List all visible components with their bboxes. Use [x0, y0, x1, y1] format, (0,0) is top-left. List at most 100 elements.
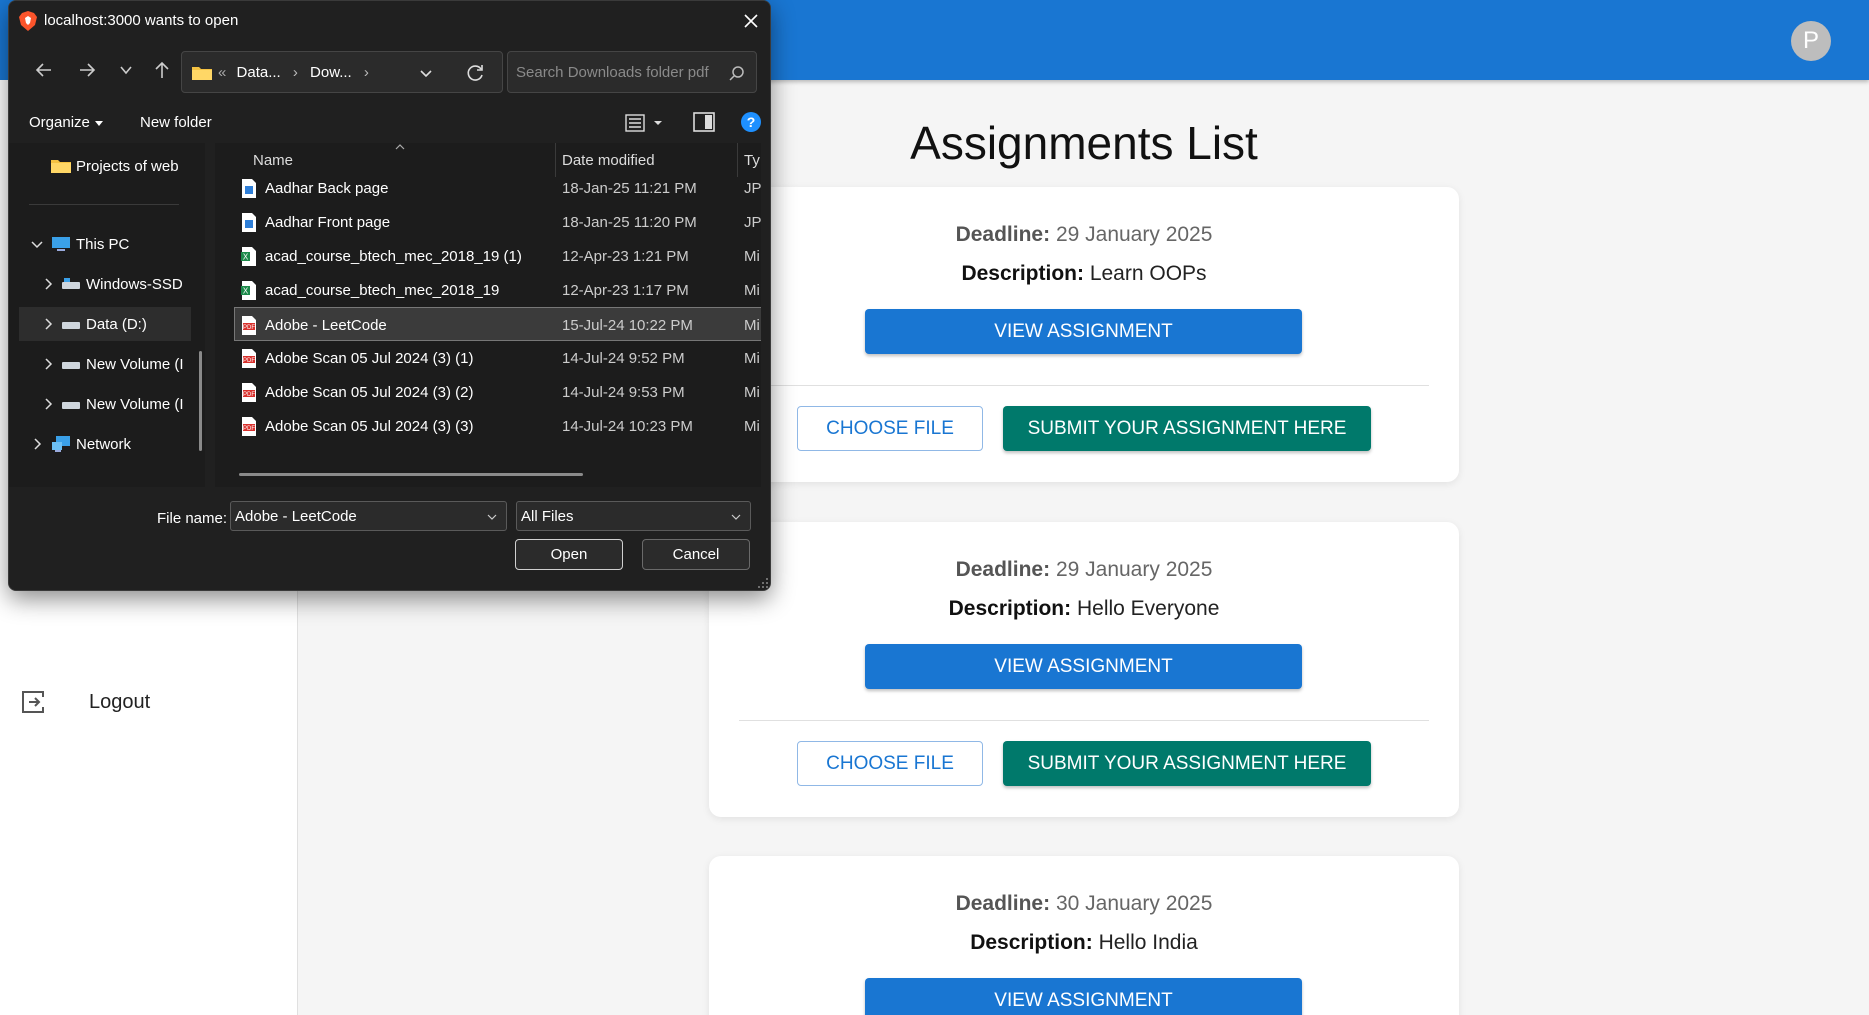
- submit-assignment-button[interactable]: SUBMIT YOUR ASSIGNMENT HERE: [1003, 406, 1371, 451]
- help-icon[interactable]: ?: [740, 111, 762, 133]
- folder-icon: [51, 160, 71, 173]
- pdf-file-icon: PDF: [242, 417, 256, 436]
- file-name-combobox[interactable]: Adobe - LeetCode: [230, 501, 507, 531]
- dialog-title: localhost:3000 wants to open: [44, 12, 239, 29]
- deadline-text: Deadline: 29 January 2025: [955, 223, 1213, 246]
- chevron-down-icon[interactable]: [418, 65, 434, 81]
- breadcrumb-overflow[interactable]: «: [218, 64, 226, 81]
- cancel-button[interactable]: Cancel: [642, 539, 750, 570]
- nav-item-label: Windows-SSD: [86, 276, 183, 293]
- deadline-text: Deadline: 29 January 2025: [955, 558, 1213, 581]
- preview-pane-icon[interactable]: [692, 111, 716, 133]
- breadcrumb-item[interactable]: Dow...: [310, 64, 352, 81]
- file-type: JPG: [744, 180, 761, 197]
- file-name-value[interactable]: Adobe - LeetCode: [235, 508, 357, 525]
- resize-grip-icon[interactable]: [757, 577, 769, 589]
- search-box[interactable]: [507, 51, 757, 93]
- column-header-name[interactable]: Name: [253, 152, 293, 169]
- file-row[interactable]: X acad_course_btech_mec_2018_19 (1) 12-A…: [235, 239, 761, 273]
- divider: [739, 720, 1429, 721]
- assignment-card: Deadline: 29 January 2025 Description: H…: [709, 522, 1459, 817]
- open-button[interactable]: Open: [515, 539, 623, 570]
- file-date: 12-Apr-23 1:21 PM: [562, 248, 689, 265]
- nav-item-network[interactable]: Network: [9, 427, 199, 461]
- assignment-card: Deadline: 30 January 2025 Description: H…: [709, 856, 1459, 1015]
- breadcrumb-item[interactable]: Data...: [237, 64, 281, 81]
- forward-button[interactable]: [74, 57, 100, 83]
- description-text: Description: Hello India: [970, 931, 1198, 954]
- page-title: Assignments List: [910, 117, 1258, 169]
- dialog-footer: File name: Adobe - LeetCode All Files Op…: [9, 489, 770, 590]
- nav-item-data-d[interactable]: Data (D:): [19, 307, 191, 341]
- chevron-right-icon[interactable]: [42, 358, 54, 370]
- file-name-label: File name:: [157, 510, 228, 527]
- file-type-value: All Files: [521, 508, 574, 525]
- divider: [739, 385, 1429, 386]
- file-date: 15-Jul-24 10:22 PM: [562, 317, 693, 334]
- file-row[interactable]: X acad_course_btech_mec_2018_19 12-Apr-2…: [235, 273, 761, 307]
- drive-icon: [62, 402, 80, 409]
- file-type: Mi: [744, 418, 760, 435]
- image-file-icon: [242, 213, 256, 232]
- chevron-right-icon[interactable]: [42, 398, 54, 410]
- chevron-down-icon[interactable]: [730, 511, 742, 523]
- logout-button[interactable]: Logout: [20, 680, 280, 724]
- breadcrumb-separator: ›: [292, 64, 298, 81]
- file-type: Mi: [744, 282, 760, 299]
- recent-locations-button[interactable]: [113, 57, 139, 83]
- nav-item-windows-ssd[interactable]: Windows-SSD: [9, 267, 199, 301]
- back-button[interactable]: [31, 57, 57, 83]
- svg-text:X: X: [243, 253, 249, 262]
- refresh-icon[interactable]: [464, 62, 486, 84]
- search-input[interactable]: [516, 61, 716, 83]
- column-header-date[interactable]: Date modified: [562, 152, 655, 169]
- file-row[interactable]: PDF Adobe Scan 05 Jul 2024 (3) (2) 14-Ju…: [235, 375, 761, 409]
- chevron-down-icon[interactable]: [31, 238, 43, 250]
- arrow-up-icon: [155, 61, 169, 78]
- file-list-horizontal-scrollbar[interactable]: [239, 473, 583, 476]
- column-header-type[interactable]: Ty: [744, 152, 760, 169]
- file-name: Adobe Scan 05 Jul 2024 (3) (1): [265, 350, 474, 367]
- avatar[interactable]: P: [1791, 21, 1831, 61]
- submit-assignment-button[interactable]: SUBMIT YOUR ASSIGNMENT HERE: [1003, 741, 1371, 786]
- folder-icon: [192, 67, 212, 80]
- chevron-right-icon[interactable]: [42, 278, 54, 290]
- navigation-pane: Projects of web This PC Windows-SSD Data…: [9, 143, 205, 487]
- chevron-down-icon[interactable]: [486, 511, 498, 523]
- view-options-icon[interactable]: [624, 112, 668, 134]
- pdf-file-icon: PDF: [242, 316, 256, 335]
- nav-item-new-volume[interactable]: New Volume (I: [9, 347, 199, 381]
- choose-file-button[interactable]: CHOOSE FILE: [797, 741, 983, 786]
- file-row-selected[interactable]: PDF Adobe - LeetCode 15-Jul-24 10:22 PM …: [234, 307, 761, 341]
- svg-text:?: ?: [747, 114, 756, 130]
- file-row[interactable]: PDF Adobe Scan 05 Jul 2024 (3) (3) 14-Ju…: [235, 409, 761, 443]
- close-icon[interactable]: [739, 9, 763, 33]
- address-bar[interactable]: « Data... › Dow... ›: [181, 51, 503, 93]
- organize-button[interactable]: Organize: [29, 114, 103, 131]
- view-assignment-button[interactable]: VIEW ASSIGNMENT: [865, 978, 1302, 1015]
- view-assignment-button[interactable]: VIEW ASSIGNMENT: [865, 644, 1302, 689]
- dialog-titlebar[interactable]: localhost:3000 wants to open: [9, 1, 770, 41]
- nav-item-new-volume[interactable]: New Volume (I: [9, 387, 199, 421]
- nav-scrollbar[interactable]: [199, 351, 202, 451]
- file-name: Aadhar Front page: [265, 214, 391, 231]
- chevron-right-icon[interactable]: [31, 438, 43, 450]
- file-list: Name Date modified Ty Aadhar Back page 1…: [215, 143, 761, 487]
- file-date: 18-Jan-25 11:21 PM: [562, 180, 697, 197]
- file-row[interactable]: Aadhar Back page 18-Jan-25 11:21 PM JPG: [235, 171, 761, 205]
- navigation-bar: « Data... › Dow... ›: [9, 45, 770, 97]
- pc-icon: [52, 237, 70, 251]
- file-row[interactable]: PDF Adobe Scan 05 Jul 2024 (3) (1) 14-Ju…: [235, 341, 761, 375]
- chevron-right-icon[interactable]: [42, 318, 54, 330]
- new-folder-button[interactable]: New folder: [140, 114, 212, 131]
- svg-text:PDF: PDF: [243, 426, 255, 432]
- view-assignment-button[interactable]: VIEW ASSIGNMENT: [865, 309, 1302, 354]
- up-button[interactable]: [149, 57, 175, 83]
- file-type-select[interactable]: All Files: [516, 501, 751, 531]
- nav-item-label: This PC: [76, 236, 130, 253]
- file-row[interactable]: Aadhar Front page 18-Jan-25 11:20 PM JPG: [235, 205, 761, 239]
- file-date: 18-Jan-25 11:20 PM: [562, 214, 697, 231]
- choose-file-button[interactable]: CHOOSE FILE: [797, 406, 983, 451]
- nav-item-this-pc[interactable]: This PC: [9, 227, 199, 261]
- nav-item-projects-of-web[interactable]: Projects of web: [9, 149, 199, 183]
